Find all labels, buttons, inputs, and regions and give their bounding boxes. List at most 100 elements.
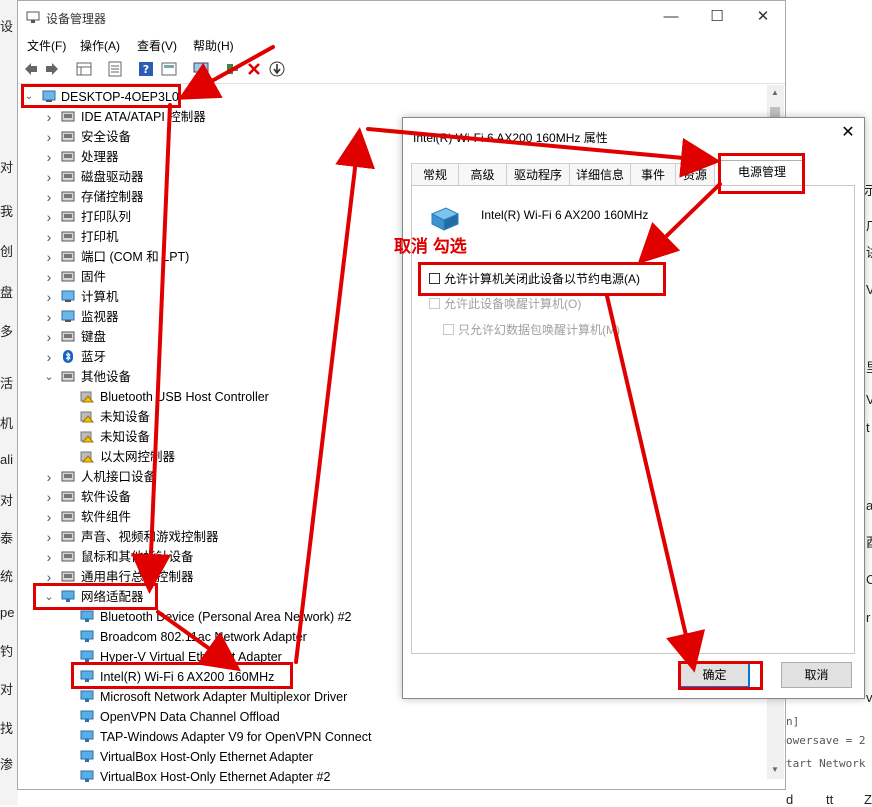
chevron-right-icon[interactable]: › <box>44 527 54 547</box>
chevron-right-icon[interactable]: › <box>44 127 54 147</box>
chevron-right-icon[interactable]: › <box>44 227 54 247</box>
menu-file[interactable]: 文件(F) <box>27 37 66 54</box>
magic-packet-only-checkbox[interactable] <box>443 324 454 335</box>
device-category-icon <box>61 191 75 202</box>
chevron-right-icon[interactable]: › <box>44 507 54 527</box>
chevron-right-icon[interactable]: › <box>44 547 54 567</box>
background-right-text: V <box>866 392 872 407</box>
menu-help[interactable]: 帮助(H) <box>193 37 234 54</box>
chevron-right-icon[interactable]: › <box>44 267 54 287</box>
chevron-right-icon[interactable]: › <box>44 207 54 227</box>
computer-icon <box>61 290 75 302</box>
chevron-right-icon[interactable]: › <box>44 147 54 167</box>
tree-category-label: 处理器 <box>81 150 119 164</box>
tab-general[interactable]: 常规 <box>411 163 459 185</box>
background-left-text: 对 <box>0 493 14 508</box>
tree-device-label: 以太网控制器 <box>100 450 176 464</box>
chevron-right-icon[interactable]: › <box>44 467 54 487</box>
background-right-text: C <box>866 572 872 587</box>
dialog-close-icon[interactable]: ✕ <box>838 123 858 143</box>
tree-category-label: 人机接口设备 <box>81 470 157 484</box>
chevron-right-icon[interactable]: › <box>44 487 54 507</box>
network-adapter-icon <box>80 770 94 782</box>
unknown-device-warning-icon <box>80 391 94 403</box>
chevron-right-icon[interactable]: › <box>44 247 54 267</box>
forward-icon[interactable] <box>44 61 60 77</box>
scroll-up-icon[interactable]: ▲ <box>771 88 779 97</box>
minimize-button[interactable]: — <box>648 5 694 29</box>
help-icon[interactable]: ? <box>138 61 154 77</box>
device-category-icon <box>61 571 75 582</box>
tree-category-label: 磁盘驱动器 <box>81 170 144 184</box>
maximize-button[interactable]: ☐ <box>694 5 740 29</box>
chevron-right-icon[interactable]: › <box>44 327 54 347</box>
device-category-icon <box>61 151 75 162</box>
properties-grid-icon[interactable] <box>76 61 92 77</box>
device-category-icon <box>61 551 75 562</box>
annotation-uncheck-text: 取消 勾选 <box>394 237 467 256</box>
tab-resources[interactable]: 资源 <box>675 163 715 185</box>
network-adapter-icon <box>80 630 94 642</box>
chevron-right-icon[interactable]: › <box>44 107 54 127</box>
device-category-icon <box>61 251 75 262</box>
title-bar[interactable]: 设备管理器 — ☐ ✕ <box>18 1 785 33</box>
tree-device-label: TAP-Windows Adapter V9 for OpenVPN Conne… <box>100 730 372 744</box>
background-left-text: 找 <box>0 721 14 736</box>
computer-icon <box>61 310 75 322</box>
dialog-title: Intel(R) Wi-Fi 6 AX200 160MHz 属性 <box>413 131 608 145</box>
cancel-button[interactable]: 取消 <box>781 662 852 688</box>
update-driver-icon[interactable] <box>269 61 285 77</box>
device-category-icon <box>61 331 75 342</box>
background-left-text: 渗 <box>0 757 14 772</box>
menu-view[interactable]: 查看(V) <box>137 37 177 54</box>
scroll-down-icon[interactable]: ▼ <box>771 765 779 774</box>
window-title: 设备管理器 <box>46 12 107 26</box>
background-right-text: owersave = 2 <box>786 734 866 747</box>
device-category-icon <box>61 371 75 382</box>
device-category-icon <box>61 531 75 542</box>
tree-category-label: 声音、视频和游戏控制器 <box>81 530 219 544</box>
uninstall-x-icon[interactable] <box>246 61 262 77</box>
device-category-icon <box>61 211 75 222</box>
chevron-right-icon[interactable]: › <box>44 287 54 307</box>
monitor-icon[interactable] <box>193 61 209 77</box>
close-button[interactable]: ✕ <box>740 5 786 29</box>
tree-category-label: 键盘 <box>81 330 107 344</box>
highlight-intel-adapter <box>71 662 293 689</box>
menu-action[interactable]: 操作(A) <box>80 37 120 54</box>
background-right-text: a <box>866 498 872 513</box>
view-icon[interactable] <box>161 61 177 77</box>
enable-device-icon[interactable] <box>224 61 240 77</box>
background-left-text: 盘 <box>0 285 14 300</box>
tab-advanced[interactable]: 高级 <box>458 163 507 185</box>
background-right-text: Vr <box>866 282 872 297</box>
network-adapter-icon <box>80 710 94 722</box>
chevron-right-icon[interactable]: › <box>44 347 54 367</box>
tree-category-label: IDE ATA/ATAPI 控制器 <box>81 110 206 124</box>
tab-details[interactable]: 详细信息 <box>569 163 631 185</box>
power-management-panel: Intel(R) Wi-Fi 6 AX200 160MHz 允许计算机关闭此设备… <box>411 185 855 654</box>
chevron-right-icon[interactable]: › <box>44 167 54 187</box>
back-icon[interactable] <box>23 61 39 77</box>
background-left-text: 创 <box>0 244 14 259</box>
device-category-icon <box>61 111 75 122</box>
background-right-text: 酉 <box>866 532 872 551</box>
background-right-text: n] <box>786 715 800 728</box>
background-left-text: 对 <box>0 682 14 697</box>
device-name-label: Intel(R) Wi-Fi 6 AX200 160MHz <box>481 208 649 222</box>
background-right-text: 里 <box>866 357 872 376</box>
background-left-text: 统 <box>0 569 14 584</box>
tab-driver[interactable]: 驱动程序 <box>506 163 570 185</box>
highlight-network-adapters <box>33 583 158 610</box>
allow-wake-checkbox[interactable] <box>429 298 440 309</box>
device-category-icon <box>61 511 75 522</box>
list-icon[interactable] <box>107 61 123 77</box>
background-right-text: v <box>866 690 872 705</box>
chevron-right-icon[interactable]: › <box>44 187 54 207</box>
tree-category-label: 计算机 <box>81 290 119 304</box>
chevron-down-icon[interactable]: ⌄ <box>44 367 54 387</box>
tab-events[interactable]: 事件 <box>630 163 676 185</box>
background-right-text: 示 <box>864 183 872 198</box>
tree-device-label: Bluetooth USB Host Controller <box>100 390 269 404</box>
chevron-right-icon[interactable]: › <box>44 307 54 327</box>
